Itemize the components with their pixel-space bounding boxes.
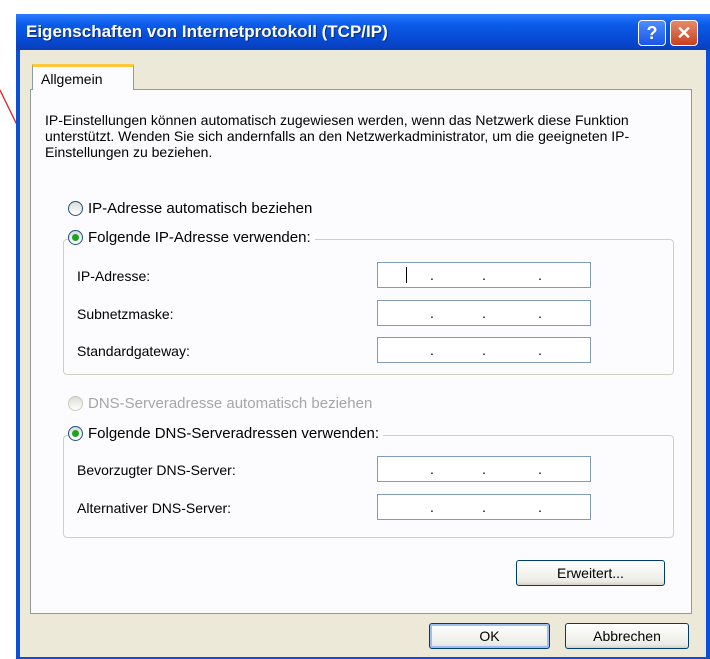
octet-separator: . [430,342,434,358]
close-button[interactable]: ✕ [670,20,698,46]
close-icon: ✕ [676,22,692,43]
advanced-button[interactable]: Erweitert... [516,560,665,586]
radio-selected-icon [68,426,83,441]
radio-dns-auto-label: DNS-Serveradresse automatisch beziehen [88,395,373,412]
preferred-dns-label: Bevorzugter DNS-Server: [77,462,236,478]
octet-separator: . [430,267,434,283]
dialog-client: Allgemein IP-Einstellungen können automa… [20,50,706,657]
octet-separator: . [430,461,434,477]
octet-separator: . [430,305,434,321]
window-title: Eigenschaften von Internetprotokoll (TCP… [26,22,388,41]
octet-separator: . [482,461,486,477]
alternate-dns-field[interactable]: . . . [377,494,591,520]
title-bar[interactable]: Eigenschaften von Internetprotokoll (TCP… [16,14,710,50]
octet-separator: . [482,305,486,321]
ip-address-field[interactable]: . . . [377,262,591,288]
radio-ip-manual[interactable]: Folgende IP-Adresse verwenden: [68,229,315,246]
dns-group-box [63,435,674,538]
radio-ip-manual-label: Folgende IP-Adresse verwenden: [88,229,311,246]
radio-ip-auto-label: IP-Adresse automatisch beziehen [88,200,313,217]
preferred-dns-field[interactable]: . . . [377,456,591,482]
ip-address-label: IP-Adresse: [77,268,151,284]
radio-selected-icon [68,230,83,245]
alternate-dns-label: Alternativer DNS-Server: [77,500,232,516]
radio-ip-auto[interactable]: IP-Adresse automatisch beziehen [68,200,317,217]
octet-separator: . [538,305,542,321]
octet-separator: . [482,499,486,515]
radio-circle-icon [68,396,83,411]
octet-separator: . [538,267,542,283]
tab-panel: IP-Einstellungen können automatisch zuge… [30,89,692,614]
subnet-mask-field[interactable]: . . . [377,300,591,326]
radio-dns-manual[interactable]: Folgende DNS-Serveradressen verwenden: [68,425,383,442]
tab-allgemein[interactable]: Allgemein [32,64,134,90]
octet-separator: . [482,342,486,358]
default-gateway-label: Standardgateway: [77,343,190,359]
octet-separator: . [482,267,486,283]
radio-dns-auto: DNS-Serveradresse automatisch beziehen [68,395,377,412]
help-icon: ? [646,22,658,43]
intro-text: IP-Einstellungen können automatisch zuge… [45,112,630,160]
radio-circle-icon [68,201,83,216]
subnet-mask-label: Subnetzmaske: [77,306,174,322]
octet-separator: . [538,342,542,358]
help-button[interactable]: ? [638,20,666,46]
dialog-window: Eigenschaften von Internetprotokoll (TCP… [16,14,710,659]
radio-dns-manual-label: Folgende DNS-Serveradressen verwenden: [88,425,379,442]
cancel-button[interactable]: Abbrechen [565,623,689,649]
default-gateway-field[interactable]: . . . [377,337,591,363]
octet-separator: . [538,461,542,477]
octet-separator: . [430,499,434,515]
octet-separator: . [538,499,542,515]
ok-button[interactable]: OK [429,623,550,649]
text-caret [406,267,407,283]
